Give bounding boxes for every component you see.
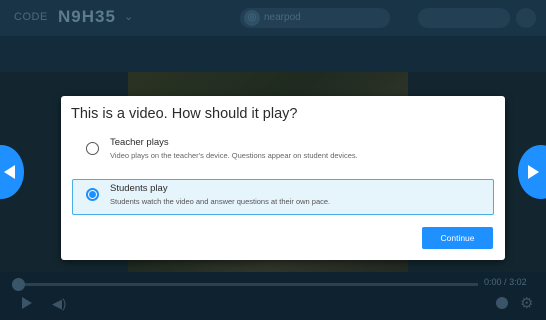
top-action-button[interactable] <box>418 8 510 28</box>
option-description: Video plays on the teacher's device. Que… <box>110 151 358 160</box>
continue-button[interactable]: Continue <box>422 227 493 249</box>
time-separator: / <box>504 277 507 287</box>
session-code: N9H35 <box>58 7 116 26</box>
logo-icon: ◎ <box>244 10 260 26</box>
code-dropdown-icon[interactable]: ⌄ <box>124 10 133 23</box>
play-icon[interactable] <box>22 297 32 309</box>
sub-bar <box>0 36 546 72</box>
option-teacher-plays[interactable]: Teacher plays Video plays on the teacher… <box>72 133 494 169</box>
time-readout: 0:00 / 3:02 <box>484 277 527 287</box>
arrow-left-icon <box>4 165 15 179</box>
volume-icon[interactable]: ◀) <box>52 296 66 312</box>
option-students-play[interactable]: Students play Students watch the video a… <box>72 179 494 215</box>
video-play-mode-dialog: This is a video. How should it play? Tea… <box>61 96 505 260</box>
top-bar: CODE N9H35 ⌄ ◎ nearpod <box>0 0 546 36</box>
radio-students-play[interactable] <box>86 188 99 201</box>
player-controls: 0:00 / 3:02 ◀) ⚙ <box>0 272 546 320</box>
code-label: CODE <box>14 11 48 23</box>
record-icon[interactable] <box>496 297 508 309</box>
option-description: Students watch the video and answer ques… <box>110 197 331 206</box>
progress-knob[interactable] <box>12 278 25 291</box>
radio-teacher-plays[interactable] <box>86 142 99 155</box>
option-title: Students play <box>110 183 168 194</box>
time-current: 0:00 <box>484 277 502 287</box>
app-logo-pill: ◎ nearpod <box>240 8 390 28</box>
radio-selected-dot <box>89 191 96 198</box>
gear-icon[interactable]: ⚙ <box>520 294 533 312</box>
option-title: Teacher plays <box>110 137 169 148</box>
logo-text: nearpod <box>264 12 301 23</box>
arrow-right-icon <box>528 165 539 179</box>
dialog-title: This is a video. How should it play? <box>71 106 298 122</box>
avatar[interactable] <box>516 8 536 28</box>
progress-bar[interactable] <box>12 283 478 286</box>
time-total: 3:02 <box>509 277 527 287</box>
